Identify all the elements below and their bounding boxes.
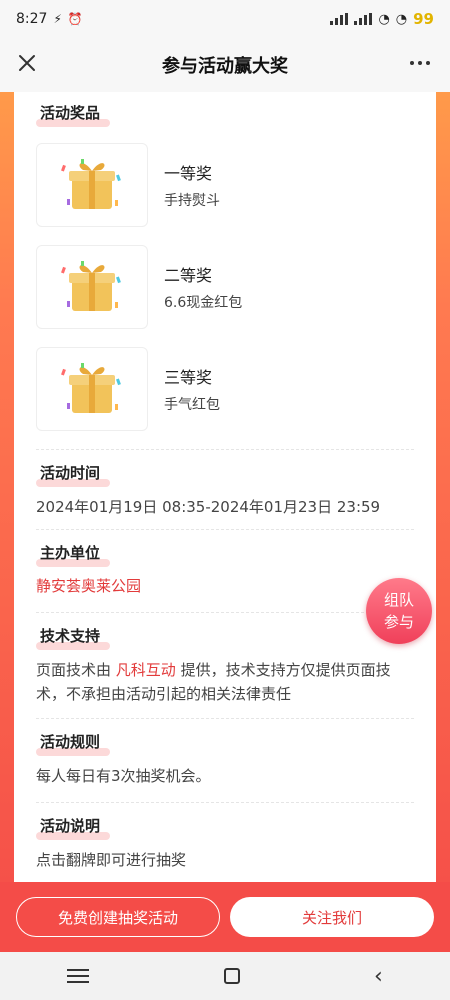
tech-prefix: 页面技术由	[36, 661, 112, 679]
organizer-title: 主办单位	[36, 542, 111, 567]
page-title: 参与活动赢大奖	[162, 56, 288, 77]
tech-company-link[interactable]: 凡科互动	[116, 661, 176, 679]
rules-text: 每人每日有3次抽奖机会。	[36, 767, 211, 785]
title-bar: 参与活动赢大奖	[0, 38, 450, 92]
activity-time: 2024年01月19日 08:35-2024年01月23日 23:59	[36, 498, 381, 516]
menu-icon[interactable]	[67, 975, 90, 977]
status-bar: 8:27 ⚡ ⏰ ◔ ◔ 99	[0, 0, 450, 38]
prize-name: 手气红包	[164, 397, 220, 413]
bottom-action-bar: 免费创建抽奖活动 关注我们	[0, 882, 450, 952]
signal-icon	[330, 13, 349, 25]
status-time: 8:27	[16, 11, 48, 27]
team-label-2: 参与	[383, 613, 414, 631]
system-nav-bar: ‹	[0, 952, 450, 1000]
no-disturb-icon: ⚡	[53, 12, 62, 26]
prizes-title: 活动奖品	[36, 102, 111, 127]
wifi-icon-2: ◔	[395, 11, 408, 27]
prize-item[interactable]: 三等奖 手气红包	[36, 347, 414, 431]
alarm-icon: ⏰	[67, 12, 83, 26]
close-icon[interactable]	[12, 48, 42, 78]
desc-text: 点击翻牌即可进行抽奖	[36, 851, 187, 869]
prize-name: 6.6现金红包	[164, 295, 243, 311]
wifi-icon: ◔	[378, 11, 390, 27]
time-title: 活动时间	[36, 462, 111, 487]
create-activity-button[interactable]: 免费创建抽奖活动	[16, 897, 220, 937]
team-join-button[interactable]: 组队 参与	[366, 578, 432, 644]
tech-title: 技术支持	[36, 625, 111, 650]
home-icon[interactable]	[223, 968, 240, 984]
organizer-name: 静安荟奥莱公园	[36, 577, 142, 595]
prize-level: 一等奖	[164, 164, 213, 183]
gift-box-icon	[36, 245, 148, 329]
gift-box-icon	[36, 347, 148, 431]
activity-card: 活动奖品 一等奖 手持熨斗 二等奖 6.6现金红包 三等奖 手气红包 活动时间 …	[14, 92, 436, 882]
prize-name: 手持熨斗	[164, 193, 220, 209]
tech-description: 页面技术由 凡科互动 提供，技术支持方仅提供页面技术，不承担由活动引起的相关法律…	[36, 658, 414, 706]
team-label-1: 组队	[383, 591, 414, 609]
signal-icon-2	[354, 13, 373, 25]
battery-level: 99	[413, 10, 434, 28]
back-icon[interactable]: ‹	[374, 964, 383, 989]
more-icon[interactable]	[404, 48, 436, 78]
follow-button[interactable]: 关注我们	[230, 897, 434, 937]
rules-title: 活动规则	[36, 731, 111, 756]
prize-level: 三等奖	[164, 368, 213, 387]
gift-box-icon	[36, 143, 148, 227]
desc-title: 活动说明	[36, 815, 111, 840]
prize-level: 二等奖	[164, 266, 213, 285]
prize-item[interactable]: 二等奖 6.6现金红包	[36, 245, 414, 329]
prize-item[interactable]: 一等奖 手持熨斗	[36, 143, 414, 227]
